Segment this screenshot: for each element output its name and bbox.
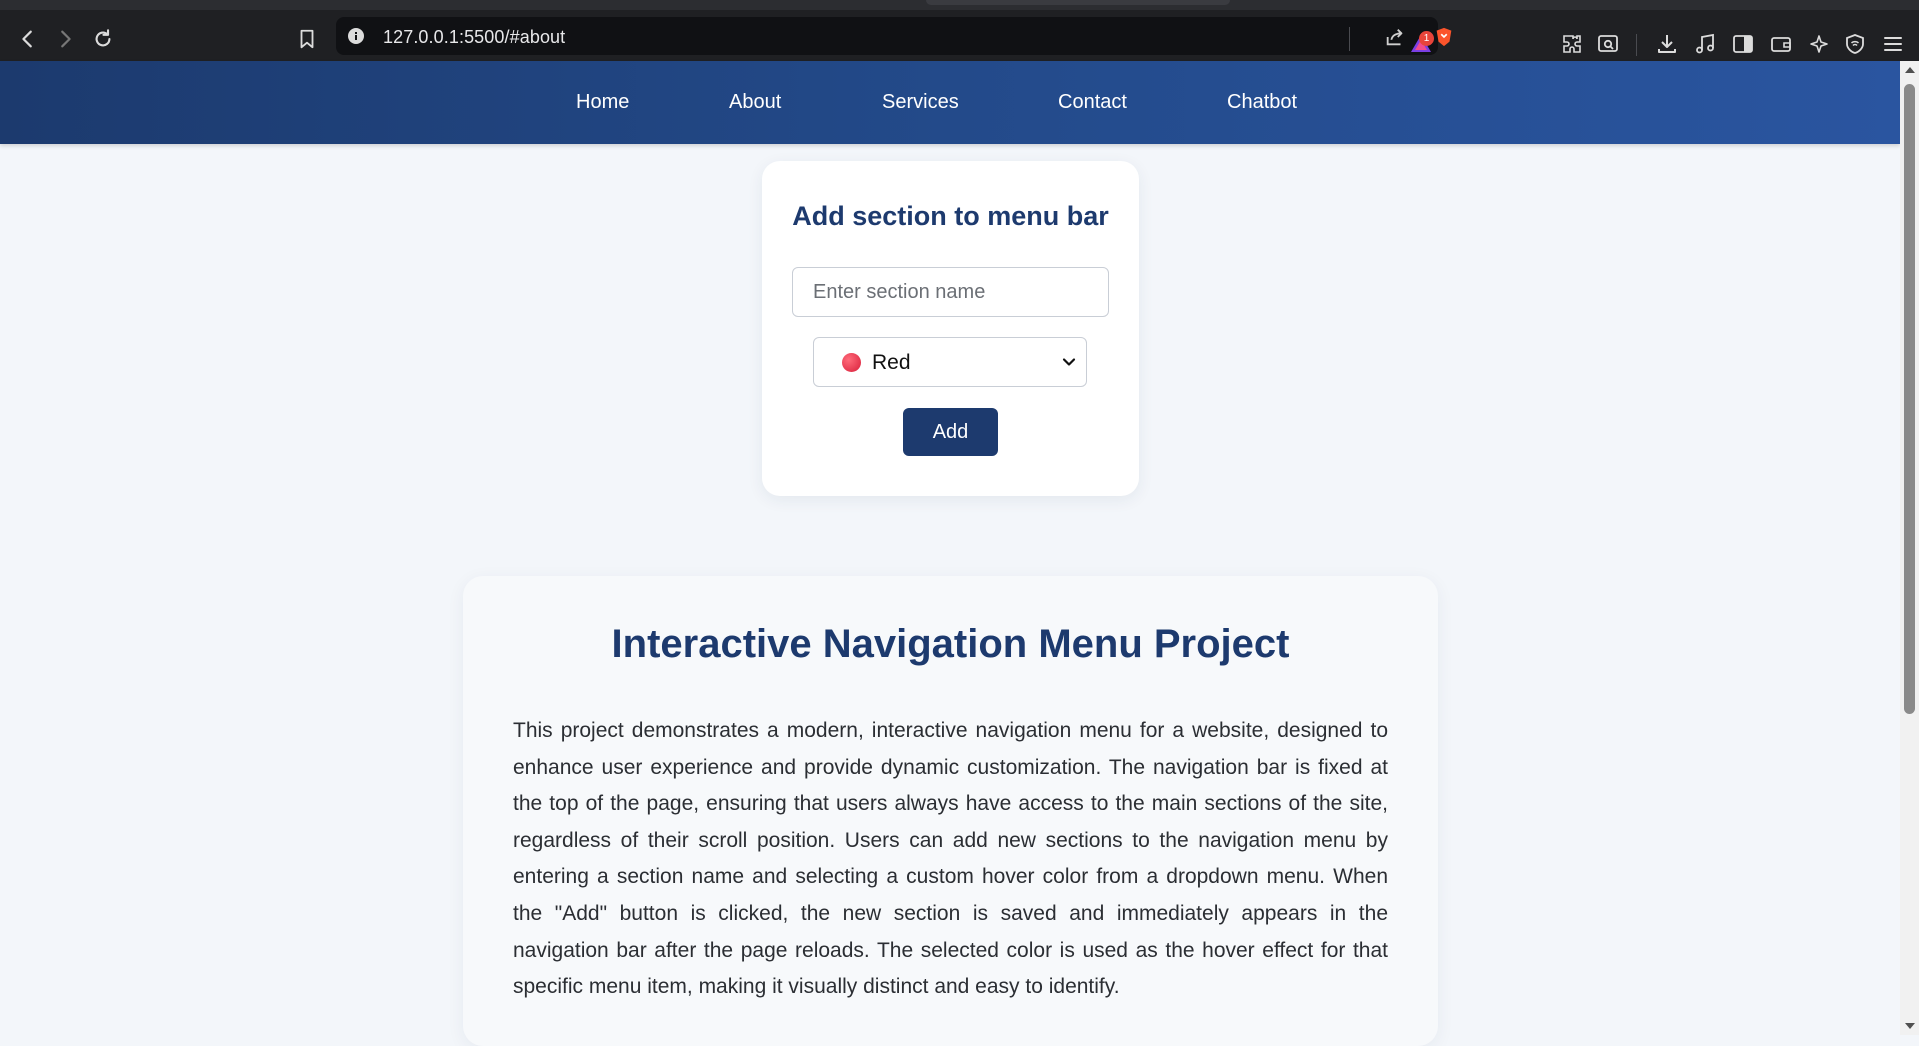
chevron-down-icon xyxy=(1062,358,1076,366)
toolbar-divider xyxy=(1636,34,1637,56)
reload-icon xyxy=(95,29,111,47)
scroll-up-arrow-icon[interactable] xyxy=(1905,67,1915,73)
back-arrow-icon xyxy=(22,30,32,48)
rewards-badge: 1 xyxy=(1419,31,1434,46)
add-button[interactable]: Add xyxy=(903,408,998,456)
back-button[interactable] xyxy=(13,24,43,54)
nav-item-services[interactable]: Services xyxy=(882,61,959,144)
red-circle-icon xyxy=(842,353,861,372)
media-playlist-icon[interactable] xyxy=(1693,32,1717,56)
address-bar[interactable]: 127.0.0.1:5500/#about xyxy=(336,17,1452,55)
vpn-shield-icon[interactable] xyxy=(1843,32,1867,56)
leo-ai-icon[interactable] xyxy=(1807,32,1831,56)
add-section-card: Add section to menu bar Red Add xyxy=(762,161,1139,496)
downloads-icon[interactable] xyxy=(1655,32,1679,56)
wallet-icon[interactable] xyxy=(1769,32,1793,56)
menu-icon[interactable] xyxy=(1881,32,1905,56)
bookmark-button[interactable] xyxy=(292,24,322,54)
scroll-down-arrow-icon[interactable] xyxy=(1905,1023,1915,1029)
reader-mode-icon[interactable] xyxy=(1596,32,1620,56)
scrollbar-thumb[interactable] xyxy=(1904,84,1915,714)
page-scrollbar[interactable] xyxy=(1900,61,1919,1035)
bookmark-icon xyxy=(300,29,314,49)
nav-item-contact[interactable]: Contact xyxy=(1058,61,1127,144)
forward-arrow-icon xyxy=(61,30,71,48)
about-description: This project demonstrates a modern, inte… xyxy=(513,719,1388,999)
reload-button[interactable] xyxy=(88,24,118,54)
brave-shields-icon[interactable] xyxy=(1432,26,1456,48)
omnibox-divider xyxy=(1349,27,1350,51)
nav-item-chatbot[interactable]: Chatbot xyxy=(1227,61,1297,144)
nav-item-about[interactable]: About xyxy=(729,61,781,144)
hover-color-select[interactable]: Red xyxy=(813,337,1087,387)
about-section: Interactive Navigation Menu Project This… xyxy=(463,576,1438,1046)
active-tab-edge xyxy=(926,0,1230,5)
site-navbar: Home About Services Contact Chatbot xyxy=(0,61,1900,144)
url-text[interactable]: 127.0.0.1:5500/#about xyxy=(383,27,565,48)
nav-item-home[interactable]: Home xyxy=(576,61,629,144)
extensions-icon[interactable] xyxy=(1560,32,1584,56)
section-name-input[interactable] xyxy=(792,267,1109,317)
about-title: Interactive Navigation Menu Project xyxy=(611,622,1290,666)
color-select-value: Red xyxy=(872,351,911,374)
sidebar-toggle-icon[interactable] xyxy=(1731,32,1755,56)
add-section-title: Add section to menu bar xyxy=(792,201,1109,231)
site-info-icon[interactable] xyxy=(348,28,364,44)
browser-toolbar: 127.0.0.1:5500/#about 1 xyxy=(0,0,1919,61)
share-icon[interactable] xyxy=(1383,26,1407,48)
forward-button[interactable] xyxy=(50,24,80,54)
